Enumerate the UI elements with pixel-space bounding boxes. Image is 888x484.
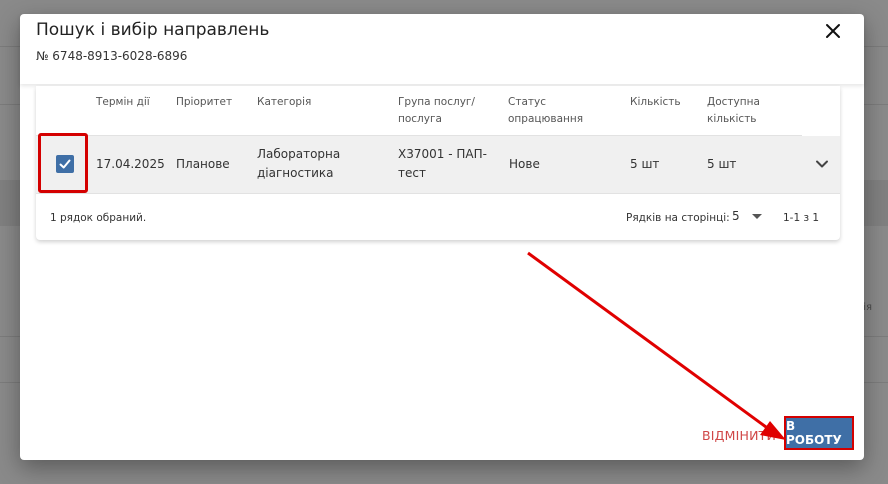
cell-group: X37001 - ПАП-тест [398, 147, 487, 180]
row-select-checkbox[interactable] [56, 155, 74, 173]
caret-down-icon [752, 214, 762, 219]
referrals-table: Термін дії Пріоритет Категорія Група пос… [36, 86, 840, 240]
selected-count: 1 рядок обраний. [50, 212, 147, 224]
dialog-title: Пошук і вибір направлень [36, 20, 270, 40]
column-header-priority[interactable]: Пріоритет [176, 94, 232, 111]
close-icon [826, 24, 840, 38]
cell-priority: Планове [176, 157, 230, 171]
dialog-header: Пошук і вибір направлень № 6748-8913-602… [20, 14, 864, 84]
cell-term: 17.04.2025 [96, 157, 165, 171]
close-button[interactable] [820, 18, 846, 44]
column-header-category[interactable]: Категорія [257, 94, 311, 111]
table-row[interactable]: 17.04.2025 Планове Лабораторна діагности… [36, 133, 840, 194]
rows-per-page-select[interactable]: 5 [732, 209, 768, 227]
bg-partial-text: ія [863, 302, 872, 313]
table-header: Термін дії Пріоритет Категорія Група пос… [36, 86, 840, 136]
check-icon [59, 159, 71, 169]
column-header-status[interactable]: Статус опрацювання [508, 94, 598, 128]
cancel-button[interactable]: ВІДМІНИТИ [702, 426, 776, 445]
chevron-down-icon [816, 160, 828, 168]
referral-number: № 6748-8913-6028-6896 [36, 49, 188, 63]
column-header-group[interactable]: Група послуг/ послуга [398, 94, 488, 128]
column-header-term[interactable]: Термін дії [96, 94, 150, 111]
submit-to-work-button[interactable]: В РОБОТУ [784, 416, 854, 450]
expand-row-button[interactable] [814, 156, 830, 172]
checkbox-highlight [38, 133, 88, 193]
table-footer: 1 рядок обраний. Рядків на сторінці: 5 1… [36, 194, 840, 240]
selection-dialog: Пошук і вибір направлень № 6748-8913-602… [20, 14, 864, 460]
pagination-range: 1-1 з 1 [783, 212, 820, 224]
cell-status: Нове [509, 157, 540, 171]
cell-available: 5 шт [707, 157, 737, 171]
column-header-available[interactable]: Доступна кількість [707, 94, 777, 128]
rows-per-page-label: Рядків на сторінці: [626, 212, 730, 224]
rows-per-page-value: 5 [732, 209, 740, 223]
cell-quantity: 5 шт [630, 157, 660, 171]
cell-category: Лабораторна діагностика [257, 147, 341, 180]
column-header-quantity[interactable]: Кількість [630, 94, 681, 111]
